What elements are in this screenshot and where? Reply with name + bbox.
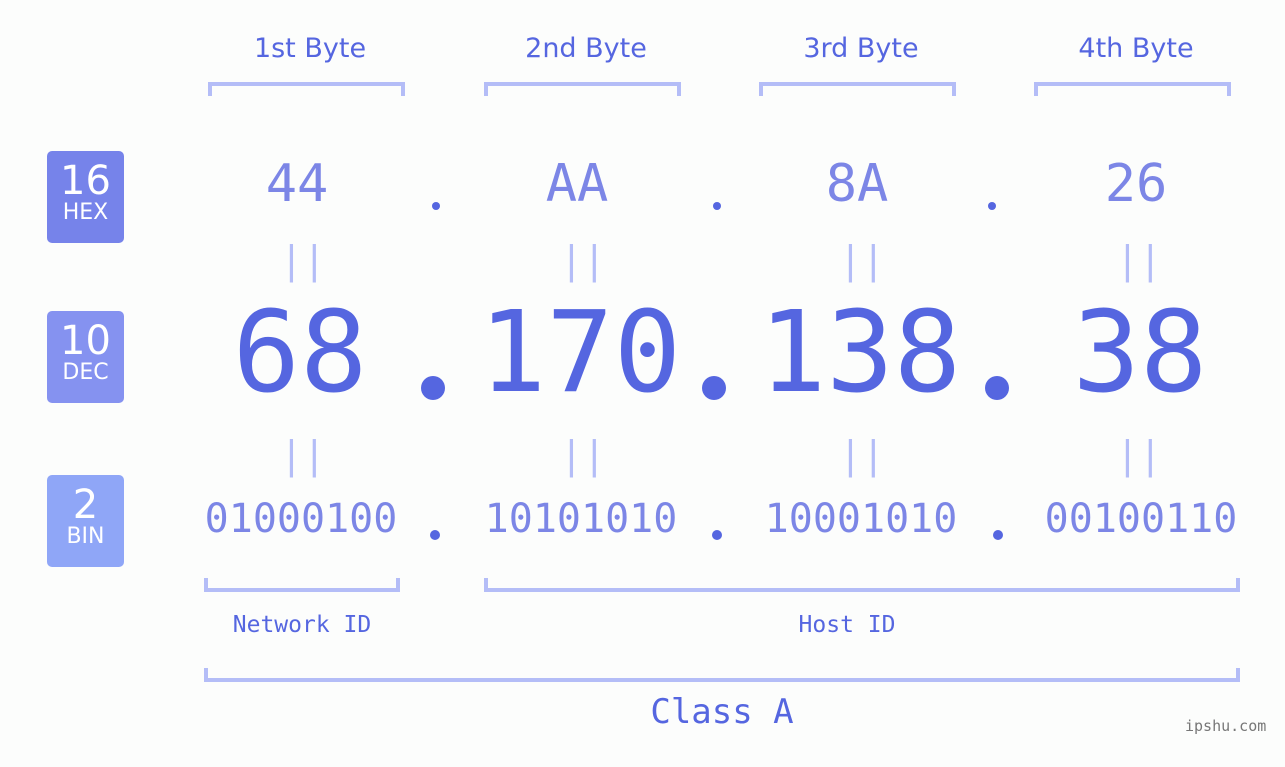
byte-bracket-3 [759, 82, 956, 96]
hex-separator-dot [713, 202, 721, 210]
class-label: Class A [650, 692, 794, 732]
equals-icon: || [280, 433, 326, 477]
bin-value-4: 00100110 [1044, 496, 1238, 542]
bin-value-1: 01000100 [204, 496, 398, 542]
bin-separator-dot [712, 530, 722, 540]
equals-icon: || [560, 238, 606, 282]
dec-badge-label: DEC [62, 360, 109, 385]
network-id-bracket [204, 578, 400, 592]
host-id-bracket [484, 578, 1240, 592]
equals-icon: || [1116, 238, 1162, 282]
host-id-label: Host ID [798, 612, 896, 638]
hex-value-1: 44 [265, 154, 329, 214]
dec-value-1: 68 [232, 288, 368, 418]
hex-separator-dot [432, 202, 440, 210]
dec-separator-dot [702, 376, 726, 400]
dec-value-4: 38 [1072, 288, 1208, 418]
hex-value-2: AA [545, 154, 609, 214]
byte-header-2: 2nd Byte [525, 33, 647, 64]
hex-badge-label: HEX [62, 200, 109, 225]
dec-separator-dot [985, 376, 1009, 400]
hex-badge-number: 16 [60, 158, 111, 204]
bin-badge-label: BIN [66, 524, 105, 549]
equals-icon: || [280, 238, 326, 282]
bin-badge: 2 BIN [47, 475, 124, 567]
watermark: ipshu.com [1185, 717, 1267, 735]
dec-badge-number: 10 [60, 318, 111, 364]
byte-bracket-1 [208, 82, 405, 96]
byte-header-1: 1st Byte [253, 33, 367, 64]
bin-badge-number: 2 [72, 482, 99, 528]
byte-bracket-2 [484, 82, 681, 96]
hex-separator-dot [988, 202, 996, 210]
equals-icon: || [839, 238, 885, 282]
equals-icon: || [1116, 433, 1162, 477]
equals-icon: || [560, 433, 606, 477]
bin-value-3: 10001010 [764, 496, 958, 542]
hex-value-3: 8A [825, 154, 889, 214]
equals-icon: || [839, 433, 885, 477]
bin-separator-dot [993, 530, 1003, 540]
byte-header-3: 3rd Byte [803, 33, 919, 64]
bin-value-2: 10101010 [484, 496, 678, 542]
network-id-label: Network ID [232, 612, 372, 638]
class-bracket [204, 668, 1240, 682]
byte-header-4: 4th Byte [1078, 33, 1194, 64]
hex-value-4: 26 [1104, 154, 1168, 214]
hex-badge: 16 HEX [47, 151, 124, 243]
dec-value-3: 138 [758, 288, 962, 418]
dec-separator-dot [421, 376, 445, 400]
dec-value-2: 170 [478, 288, 682, 418]
dec-badge: 10 DEC [47, 311, 124, 403]
bin-separator-dot [430, 530, 440, 540]
byte-bracket-4 [1034, 82, 1231, 96]
